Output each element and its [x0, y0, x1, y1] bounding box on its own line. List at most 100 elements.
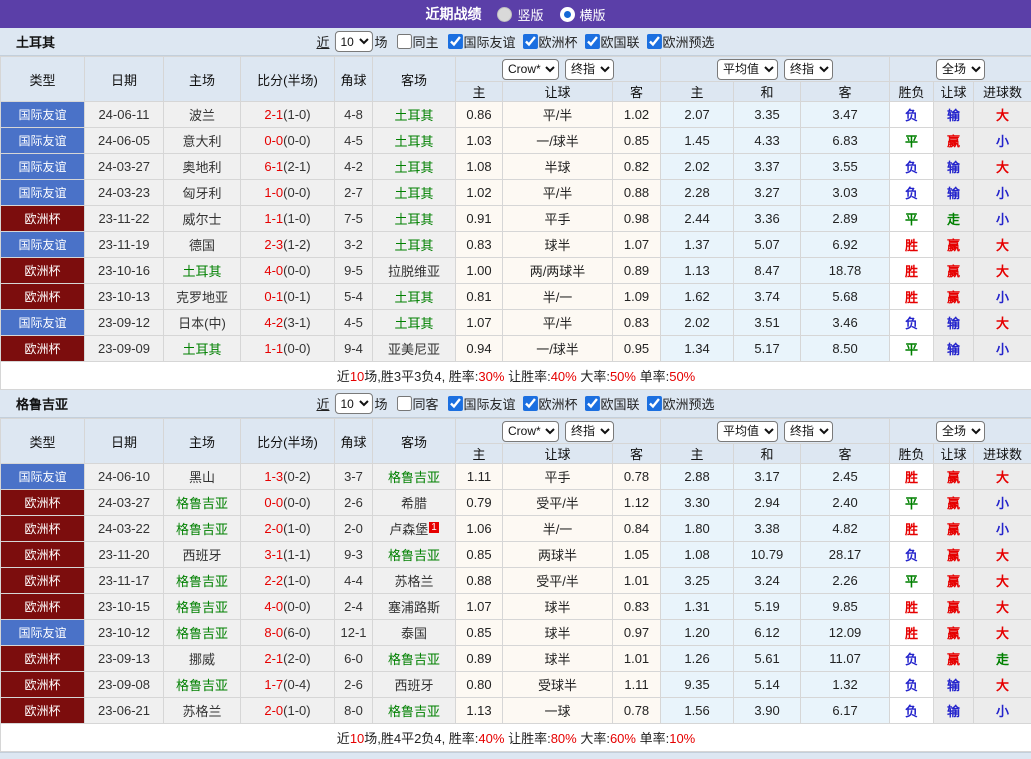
result-goals: 小: [974, 206, 1031, 232]
same-venue-checkbox[interactable]: 同主: [389, 32, 438, 51]
match-date: 24-03-27: [85, 490, 164, 516]
result-wdl: 平: [890, 206, 934, 232]
league-checkbox-input[interactable]: [647, 396, 662, 411]
league-checkbox[interactable]: 欧国联: [578, 394, 640, 413]
match-type-badge: 欧洲杯: [1, 698, 85, 724]
league-checkbox[interactable]: 国际友谊: [440, 394, 515, 413]
same-venue-label: 同客: [412, 394, 438, 413]
col-ah-home: 主: [456, 82, 503, 102]
corner-score: 9-4: [335, 336, 373, 362]
eu-home-odds: 1.80: [661, 516, 734, 542]
half-time-score: (1-0): [283, 107, 310, 122]
final-odds-select-ah[interactable]: 终指: [565, 59, 614, 80]
league-checkbox[interactable]: 欧洲杯: [516, 32, 578, 51]
handicap-line: 平手: [503, 464, 613, 490]
col-type: 类型: [1, 57, 85, 102]
result-goals: 小: [974, 336, 1031, 362]
final-odds-select-eu[interactable]: 终指: [784, 59, 833, 80]
radio-unselected-icon[interactable]: [497, 7, 512, 22]
final-odds-select-eu[interactable]: 终指: [784, 421, 833, 442]
col-score: 比分(半场): [241, 419, 335, 464]
league-checkbox-input[interactable]: [585, 396, 600, 411]
handicap-odds-group: Crow* 终指: [456, 419, 661, 444]
ah-home-odds: 0.89: [456, 646, 503, 672]
recent-count-select[interactable]: 10: [334, 393, 372, 414]
handicap-line: 半/一: [503, 284, 613, 310]
eu-away-odds: 2.26: [801, 568, 890, 594]
league-checkbox[interactable]: 欧洲预选: [640, 32, 715, 51]
eu-draw-odds: 3.90: [734, 698, 801, 724]
eu-draw-odds: 5.14: [734, 672, 801, 698]
same-venue-checkbox[interactable]: 同客: [389, 394, 438, 413]
col-home: 主场: [164, 57, 241, 102]
corner-score: 3-2: [335, 232, 373, 258]
recent-count-select[interactable]: 10: [334, 31, 372, 52]
final-odds-select-ah[interactable]: 终指: [565, 421, 614, 442]
league-checkbox-input[interactable]: [447, 396, 462, 411]
full-time-score: 1-3: [264, 469, 283, 484]
league-checkbox-input[interactable]: [447, 34, 462, 49]
summary-text: 单率:: [636, 369, 669, 384]
ah-away-odds: 0.78: [613, 464, 661, 490]
result-handicap: 赢: [934, 490, 974, 516]
match-date: 23-11-17: [85, 568, 164, 594]
league-checkbox[interactable]: 国际友谊: [440, 32, 515, 51]
same-venue-input[interactable]: [396, 34, 411, 49]
result-wdl: 胜: [890, 620, 934, 646]
full-match-select[interactable]: 全场: [936, 59, 985, 80]
match-date: 23-09-13: [85, 646, 164, 672]
ah-home-odds: 1.00: [456, 258, 503, 284]
near-link[interactable]: 近: [316, 394, 329, 413]
league-checkbox-input[interactable]: [647, 34, 662, 49]
away-team-name: 格鲁吉亚: [388, 548, 440, 563]
home-team: 格鲁吉亚: [164, 672, 241, 698]
away-team: 土耳其: [373, 206, 456, 232]
average-odds-select[interactable]: 平均值: [717, 421, 778, 442]
league-checkbox-input[interactable]: [523, 396, 538, 411]
same-venue-input[interactable]: [396, 396, 411, 411]
half-time-score: (0-0): [283, 133, 310, 148]
away-team: 土耳其: [373, 128, 456, 154]
home-team: 西班牙: [164, 542, 241, 568]
league-checkbox-input[interactable]: [523, 34, 538, 49]
layout-radio-horizontal[interactable]: 横版: [560, 5, 606, 24]
ah-away-odds: 1.12: [613, 490, 661, 516]
match-score: 2-1(2-0): [241, 646, 335, 672]
layout-radio-vertical[interactable]: 竖版: [497, 5, 543, 24]
bookmaker-select[interactable]: Crow*: [502, 59, 559, 80]
corner-score: 12-1: [335, 620, 373, 646]
match-date: 23-11-19: [85, 232, 164, 258]
ah-home-odds: 1.11: [456, 464, 503, 490]
full-time-score: 2-3: [264, 237, 283, 252]
col-wdl: 胜负: [890, 82, 934, 102]
handicap-line: 一/球半: [503, 128, 613, 154]
league-checkbox-label: 国际友谊: [463, 32, 515, 51]
match-date: 23-10-12: [85, 620, 164, 646]
ah-home-odds: 1.02: [456, 180, 503, 206]
result-goals: 大: [974, 258, 1031, 284]
match-type-badge: 国际友谊: [1, 310, 85, 336]
corner-score: 4-5: [335, 128, 373, 154]
handicap-line: 平/半: [503, 310, 613, 336]
eu-draw-odds: 10.79: [734, 542, 801, 568]
away-team-name: 卢森堡: [389, 522, 428, 537]
average-odds-select[interactable]: 平均值: [717, 59, 778, 80]
home-team: 德国: [164, 232, 241, 258]
eu-away-odds: 3.03: [801, 180, 890, 206]
ah-home-odds: 0.85: [456, 620, 503, 646]
near-link[interactable]: 近: [316, 32, 329, 51]
league-checkbox[interactable]: 欧洲预选: [640, 394, 715, 413]
full-match-select[interactable]: 全场: [936, 421, 985, 442]
match-type-badge: 欧洲杯: [1, 672, 85, 698]
league-checkbox[interactable]: 欧国联: [578, 32, 640, 51]
league-checkbox[interactable]: 欧洲杯: [516, 394, 578, 413]
league-checkbox-input[interactable]: [585, 34, 600, 49]
table-row: 欧洲杯23-10-16土耳其4-0(0-0)9-5拉脱维亚1.00两/两球半0.…: [1, 258, 1031, 284]
bookmaker-select[interactable]: Crow*: [502, 421, 559, 442]
red-card-badge: 1: [429, 522, 439, 533]
radio-selected-icon[interactable]: [560, 7, 575, 22]
eu-draw-odds: 3.36: [734, 206, 801, 232]
result-wdl: 胜: [890, 258, 934, 284]
eu-away-odds: 6.17: [801, 698, 890, 724]
col-home: 主场: [164, 419, 241, 464]
